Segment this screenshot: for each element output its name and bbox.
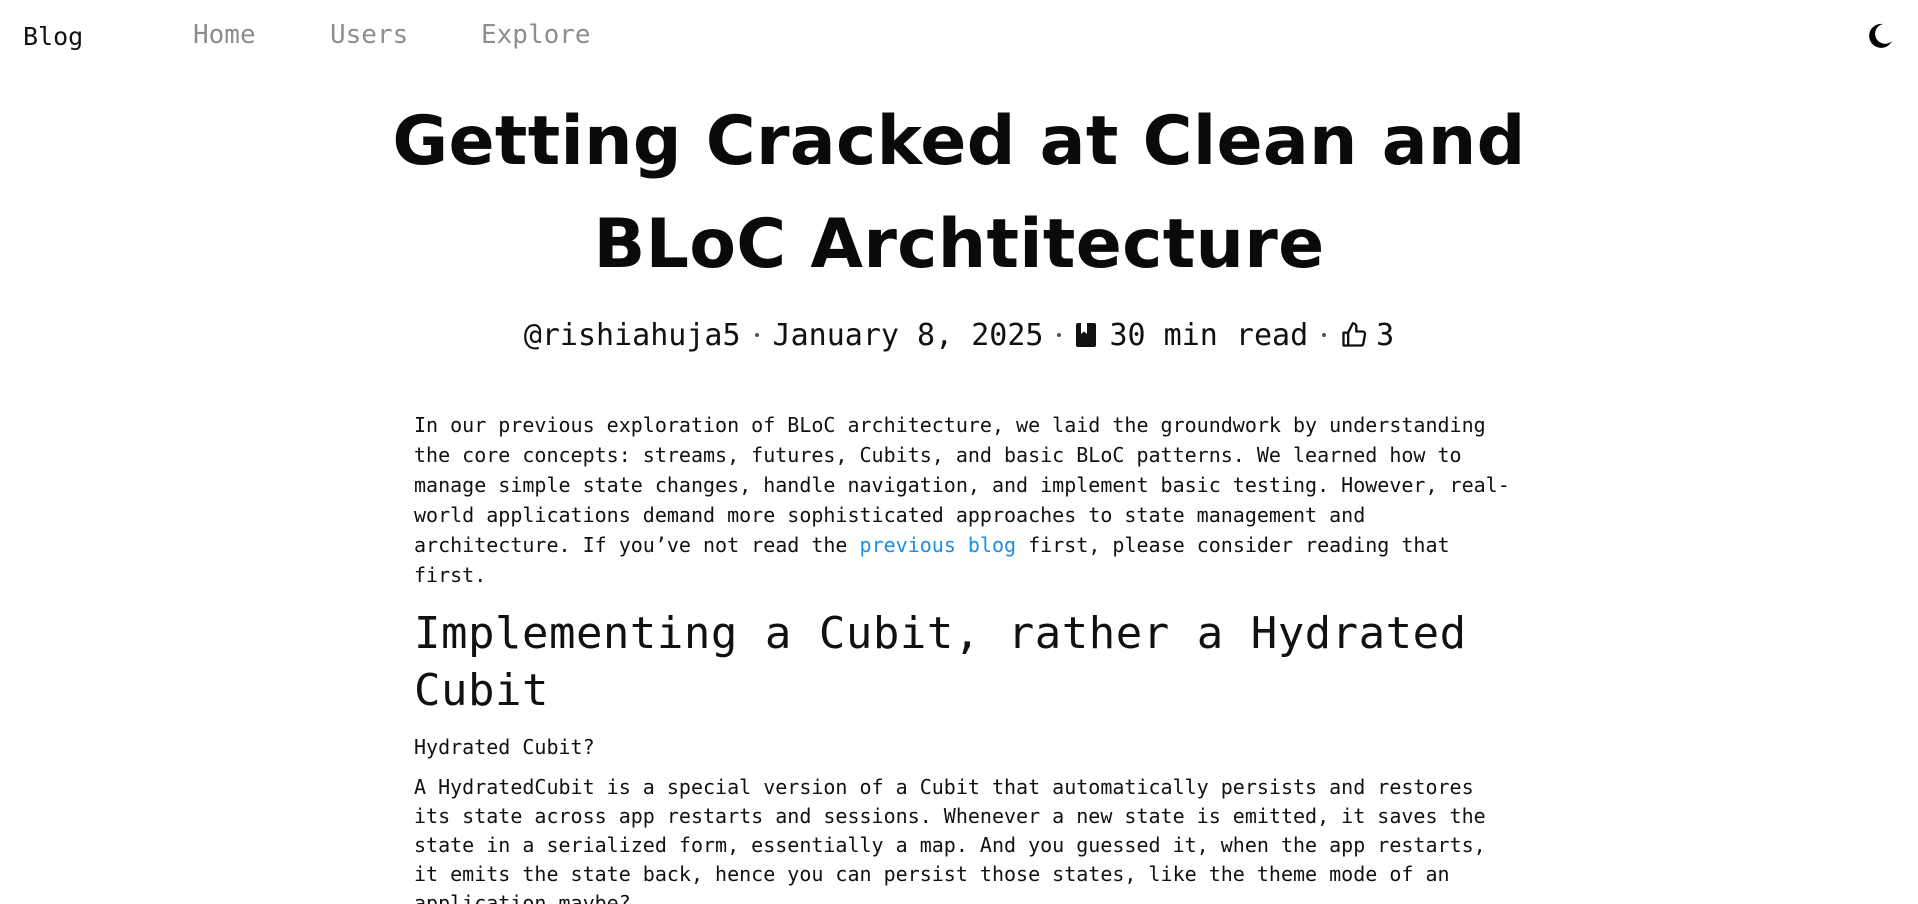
top-nav: Blog Home Users Explore [0,0,1918,74]
read-time: 30 min read [1109,317,1309,353]
nav-link-users[interactable]: Users [330,20,408,50]
brand-link[interactable]: Blog [23,22,83,51]
thumbs-up-icon [1342,322,1367,347]
intro-paragraph: In our previous exploration of BLoC arch… [414,410,1514,590]
separator-dot [1057,333,1062,337]
post-title: Getting Cracked at Clean and BLoC Archti… [259,90,1659,296]
post-title-line-2: BLoC Archtitecture [593,205,1325,284]
like-button[interactable]: 3 [1340,318,1394,353]
post-title-line-1: Getting Cracked at Clean and [392,102,1526,181]
nav-link-explore[interactable]: Explore [481,20,591,50]
separator-dot [754,333,759,337]
nav-link-home[interactable]: Home [193,20,256,50]
post-date: January 8, 2025 [772,317,1044,353]
hydrated-cubit-paragraph: A HydratedCubit is a special version of … [414,775,1486,904]
article-body: In our previous exploration of BLoC arch… [414,410,1514,904]
moon-icon [1869,23,1892,48]
previous-blog-link[interactable]: previous blog [860,533,1017,557]
like-count: 3 [1376,317,1395,353]
section-heading: Implementing a Cubit, rather a Hydrated … [414,608,1467,716]
section-subheading: Hydrated Cubit? [414,735,595,759]
separator-dot [1322,333,1327,337]
theme-toggle-button[interactable] [1866,22,1894,50]
author-link[interactable]: @rishiahuja5 [524,318,741,353]
post-meta: @rishiahuja5 January 8, 2025 30 min read… [0,310,1918,360]
book-icon [1075,322,1097,348]
